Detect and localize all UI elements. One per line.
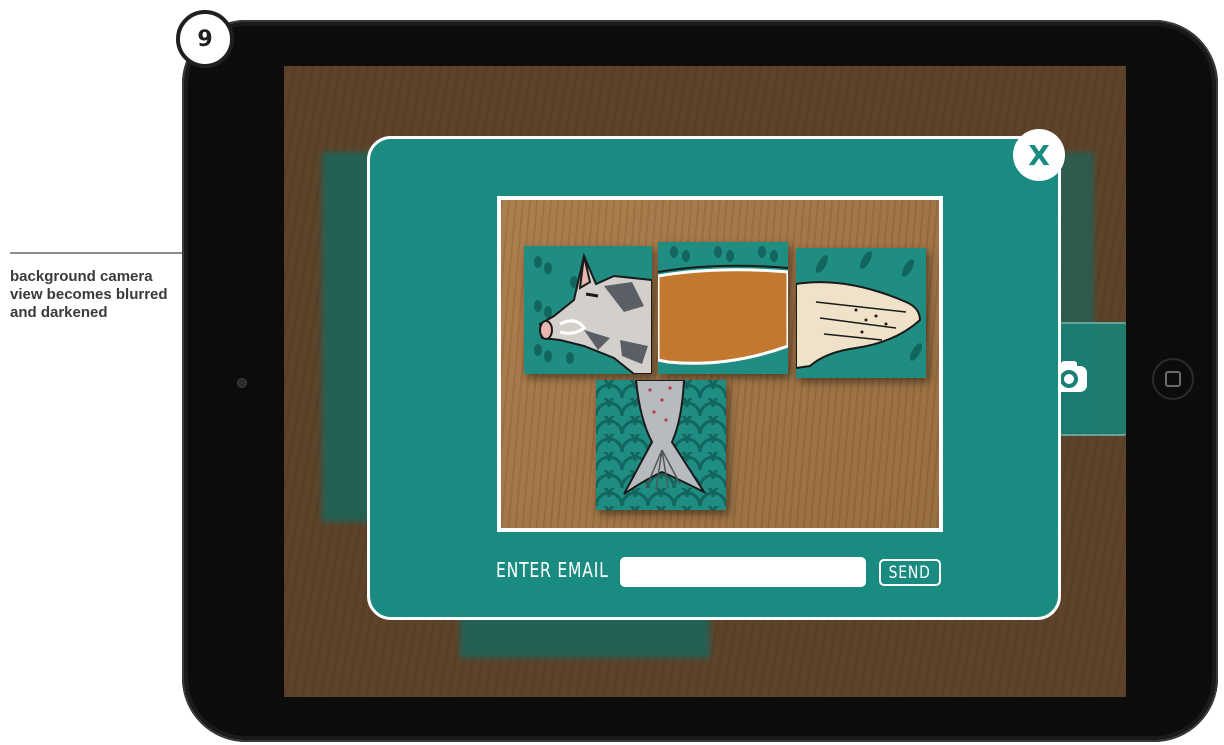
pig-head-tile xyxy=(524,246,652,374)
send-label: SEND xyxy=(888,562,932,583)
enter-email-label: ENTER EMAIL xyxy=(496,558,609,582)
step-number-badge: 9 xyxy=(176,10,234,68)
send-button[interactable]: SEND xyxy=(879,559,941,586)
close-button[interactable]: X xyxy=(1013,129,1065,181)
wing-tile xyxy=(796,248,926,378)
fish-tail-tile xyxy=(596,380,726,510)
annotation-text: background camera view becomes blurred a… xyxy=(10,268,168,321)
step-number: 9 xyxy=(197,26,213,52)
brown-body-tile xyxy=(658,242,788,374)
email-input[interactable] xyxy=(620,557,866,587)
close-label: X xyxy=(1028,138,1050,172)
fish-tail-image xyxy=(596,380,726,510)
wing-image xyxy=(796,248,926,378)
home-button[interactable] xyxy=(1152,358,1194,400)
pig-head-image xyxy=(524,246,652,374)
home-button-icon xyxy=(1165,371,1181,387)
front-camera xyxy=(237,378,247,388)
creature-photo xyxy=(497,196,943,532)
brown-body-image xyxy=(658,242,788,374)
